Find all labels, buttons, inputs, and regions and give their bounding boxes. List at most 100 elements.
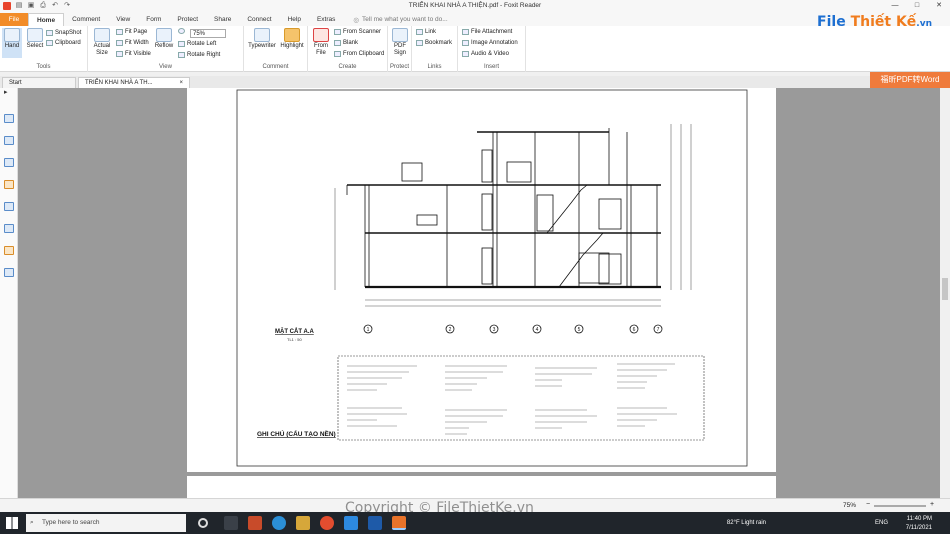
foxit-reader-taskbar-icon[interactable] bbox=[392, 516, 406, 530]
hand-button[interactable]: Hand bbox=[2, 28, 22, 58]
blank-button[interactable]: Blank bbox=[334, 39, 358, 47]
clipboard-icon bbox=[334, 51, 341, 57]
link-icon bbox=[416, 29, 423, 35]
file-explorer-icon[interactable] bbox=[296, 516, 310, 530]
tab-file[interactable]: File bbox=[0, 13, 28, 26]
windows-start-icon[interactable] bbox=[6, 517, 18, 529]
blank-page-icon bbox=[334, 40, 341, 46]
tell-me-placeholder: Tell me what you want to do... bbox=[362, 16, 448, 23]
from-scanner-button[interactable]: From Scanner bbox=[334, 28, 381, 36]
document-viewer[interactable]: 1 2 3 4 5 6 7 MẶT CẮT A.A TL1 : 50 GHI C… bbox=[18, 88, 940, 498]
zoom-slider[interactable] bbox=[874, 505, 926, 507]
tab-comment[interactable]: Comment bbox=[64, 13, 108, 26]
fit-visible-icon bbox=[116, 51, 123, 57]
language-indicator[interactable]: ENG bbox=[875, 519, 888, 528]
grid-label: 2 bbox=[449, 327, 452, 333]
status-zoom[interactable]: 75% bbox=[843, 502, 856, 509]
from-file-button[interactable]: From File bbox=[311, 28, 331, 57]
tab-help[interactable]: Help bbox=[280, 13, 309, 26]
group-view: Actual Size Fit Page Fit Width Fit Visib… bbox=[88, 26, 244, 72]
close-button[interactable]: ✕ bbox=[928, 0, 950, 12]
comments-icon[interactable] bbox=[4, 180, 14, 189]
task-view-icon[interactable] bbox=[224, 516, 238, 530]
highlight-button[interactable]: Highlight bbox=[279, 28, 305, 50]
fit-visible-button[interactable]: Fit Visible bbox=[116, 50, 151, 58]
grid-label: 4 bbox=[536, 327, 539, 333]
file-attachment-button[interactable]: File Attachment bbox=[462, 28, 512, 36]
title-bar: ▤ ▣ ⎙ ↶ ↷ TRIỂN KHAI NHÀ A THIỆN.pdf - F… bbox=[0, 0, 950, 12]
attachment-icon bbox=[462, 29, 469, 35]
attachments-icon[interactable] bbox=[4, 202, 14, 211]
clipboard-button[interactable]: Clipboard bbox=[46, 39, 81, 47]
audio-video-button[interactable]: Audio & Video bbox=[462, 50, 509, 58]
pages-icon[interactable] bbox=[4, 136, 14, 145]
zoom-out-icon[interactable]: − bbox=[866, 501, 870, 508]
expand-panel-icon[interactable]: ▸ bbox=[4, 88, 14, 97]
tab-view[interactable]: View bbox=[108, 13, 138, 26]
snapshot-button[interactable]: SnapShot bbox=[46, 29, 81, 37]
scrollbar-thumb[interactable] bbox=[942, 278, 948, 300]
tools-icon[interactable] bbox=[4, 268, 14, 277]
doc-tab-current[interactable]: TRIỂN KHAI NHÀ A TH... × bbox=[78, 77, 190, 88]
zoom-icon bbox=[178, 28, 185, 34]
link-button[interactable]: Link bbox=[416, 28, 436, 36]
select-button[interactable]: Select bbox=[24, 28, 46, 50]
group-create: From File From Scanner Blank From Clipbo… bbox=[308, 26, 388, 72]
fit-page-button[interactable]: Fit Page bbox=[116, 28, 147, 36]
office-icon[interactable] bbox=[248, 516, 262, 530]
section-title: MẶT CẮT A.A bbox=[275, 327, 314, 335]
edge-icon[interactable] bbox=[272, 516, 286, 530]
rotate-left-button[interactable]: Rotate Left bbox=[178, 40, 216, 48]
clock-time[interactable]: 11:40 PM bbox=[906, 515, 932, 524]
pdf-to-word-button[interactable]: 福昕PDF转Word bbox=[870, 72, 950, 88]
bookmarks-icon[interactable] bbox=[4, 114, 14, 123]
zoom-select[interactable]: 75% bbox=[190, 29, 226, 38]
vertical-scrollbar[interactable] bbox=[940, 88, 950, 498]
close-tab-icon[interactable]: × bbox=[179, 78, 183, 88]
signatures-icon[interactable] bbox=[4, 224, 14, 233]
layers-icon[interactable] bbox=[4, 158, 14, 167]
cortana-icon[interactable] bbox=[198, 518, 208, 528]
tab-extras[interactable]: Extras bbox=[309, 13, 343, 26]
lightbulb-icon: ◎ bbox=[353, 16, 360, 24]
pdf-page-next bbox=[187, 476, 776, 498]
tab-protect[interactable]: Protect bbox=[169, 13, 206, 26]
clock-date[interactable]: 7/11/2021 bbox=[906, 524, 932, 533]
maximize-button[interactable]: □ bbox=[906, 0, 928, 12]
pdf-sign-button[interactable]: PDF Sign bbox=[390, 28, 410, 57]
zalo-icon[interactable] bbox=[344, 516, 358, 530]
tab-share[interactable]: Share bbox=[206, 13, 239, 26]
pen-icon bbox=[392, 28, 408, 42]
weather-text[interactable]: 82°F Light rain bbox=[727, 519, 766, 528]
grid-label: 6 bbox=[633, 327, 636, 333]
from-clipboard-button[interactable]: From Clipboard bbox=[334, 50, 384, 58]
revit-icon[interactable] bbox=[368, 516, 382, 530]
camera-icon bbox=[46, 30, 53, 36]
reflow-icon bbox=[156, 28, 172, 42]
rotate-right-button[interactable]: Rotate Right bbox=[178, 51, 220, 59]
zoom-icon-wrap bbox=[178, 28, 185, 34]
taskbar-search[interactable]: ⌕ Type here to search bbox=[26, 514, 186, 532]
grid-label: 7 bbox=[657, 327, 660, 333]
reflow-button[interactable]: Reflow bbox=[153, 28, 175, 50]
image-annotation-button[interactable]: Image Annotation bbox=[462, 39, 518, 47]
chrome-icon[interactable] bbox=[320, 516, 334, 530]
doc-tab-start[interactable]: Start bbox=[2, 77, 76, 88]
tab-home[interactable]: Home bbox=[28, 13, 65, 26]
zoom-in-icon[interactable]: + bbox=[930, 501, 934, 508]
fit-width-button[interactable]: Fit Width bbox=[116, 39, 149, 47]
minimize-button[interactable]: — bbox=[884, 0, 906, 12]
actual-size-button[interactable]: Actual Size bbox=[92, 28, 112, 57]
security-icon[interactable] bbox=[4, 246, 14, 255]
grid-label: 5 bbox=[578, 327, 581, 333]
typewriter-button[interactable]: Typewriter bbox=[247, 28, 277, 50]
tab-connect[interactable]: Connect bbox=[239, 13, 279, 26]
bookmark-button[interactable]: Bookmark bbox=[416, 39, 452, 47]
notes-title: GHI CHÚ (CẤU TẠO NỀN) bbox=[257, 428, 336, 438]
window-title: TRIỂN KHAI NHÀ A THIỆN.pdf - Foxit Reade… bbox=[408, 2, 542, 9]
tell-me-box[interactable]: ◎ Tell me what you want to do... bbox=[353, 13, 447, 26]
hand-icon bbox=[4, 28, 20, 42]
tab-form[interactable]: Form bbox=[138, 13, 169, 26]
clipboard-icon bbox=[46, 40, 53, 46]
group-protect: PDF Sign Protect bbox=[388, 26, 412, 72]
